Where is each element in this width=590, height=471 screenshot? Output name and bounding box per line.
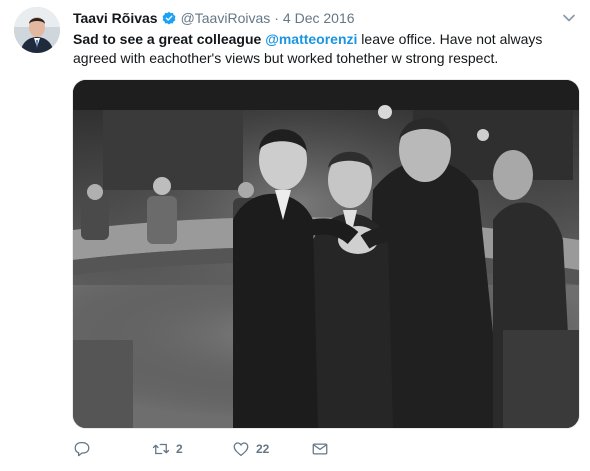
tweet-text-part1: Sad to see a great colleague [73, 31, 266, 47]
display-name[interactable]: Taavi Rõivas [73, 10, 158, 26]
tweet-date[interactable]: 4 Dec 2016 [283, 10, 355, 26]
separator-dot: · [274, 10, 279, 26]
tweet-text: Sad to see a great colleague @matteorenz… [73, 30, 573, 68]
tweet-header: Taavi Rõivas @TaaviRoivas · 4 Dec 2016 [73, 9, 355, 27]
photo-image [73, 80, 579, 428]
avatar-image [14, 7, 60, 53]
verified-badge-icon [162, 11, 175, 25]
like-button[interactable]: 22 [232, 436, 269, 462]
tweet-photo[interactable] [72, 79, 580, 429]
avatar[interactable] [14, 7, 60, 53]
retweet-button[interactable]: 2 [152, 436, 183, 462]
tweet[interactable]: Taavi Rõivas @TaaviRoivas · 4 Dec 2016 S… [0, 0, 590, 471]
reply-button[interactable] [73, 436, 97, 462]
direct-message-icon [312, 443, 328, 455]
direct-message-button[interactable] [311, 436, 329, 462]
retweet-icon [152, 443, 170, 455]
reply-icon [74, 441, 90, 457]
retweet-count: 2 [176, 442, 183, 456]
mention-link[interactable]: @matteorenzi [265, 31, 357, 47]
like-count: 22 [256, 442, 270, 456]
heart-icon [233, 442, 249, 457]
chevron-down-icon[interactable] [562, 11, 576, 25]
tweet-actions: 2 22 [73, 436, 573, 462]
author-handle[interactable]: @TaaviRoivas [181, 10, 271, 26]
